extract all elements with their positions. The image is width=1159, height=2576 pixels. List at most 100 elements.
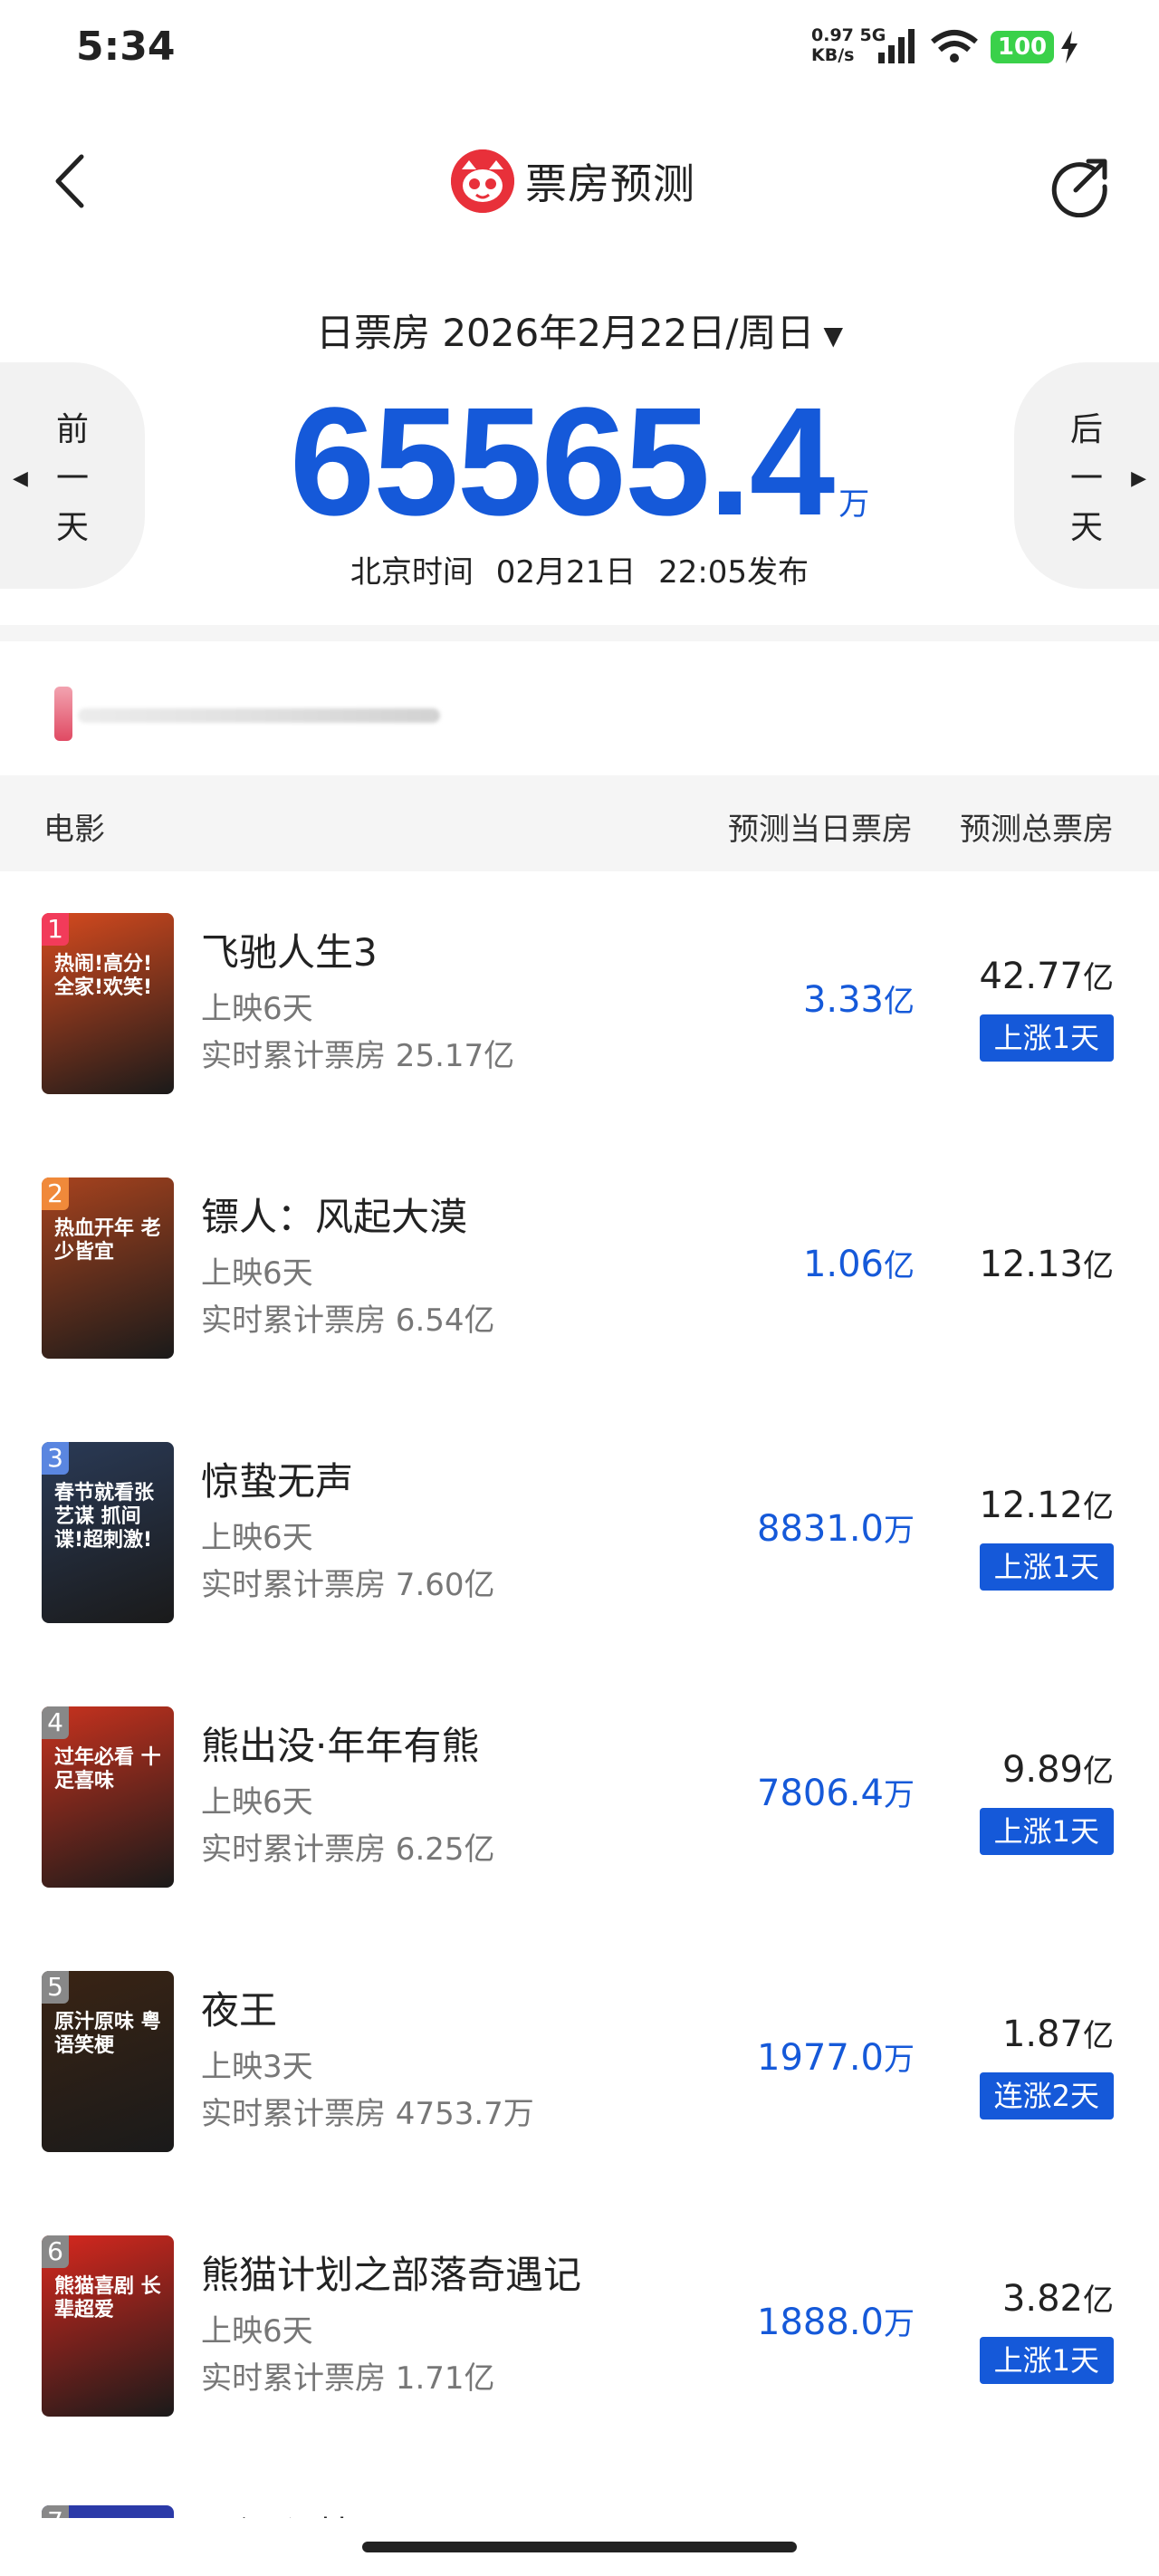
predicted-total: 12.12亿	[979, 1482, 1114, 1526]
trend-badge: 连涨2天	[979, 2072, 1114, 2119]
predicted-total-unit: 亿	[1083, 960, 1114, 996]
table-header: 电影 预测当日票房 预测总票房	[0, 775, 1159, 871]
movie-poster: 熊猫喜剧 长辈超爱 6	[42, 2235, 174, 2417]
movie-row[interactable]: 热血开年 老少皆宜 2 镖人：风起大漠 上映6天 实时累计票房 6.54亿 1.…	[0, 1136, 1159, 1400]
predicted-today: 1888.0万	[757, 2299, 915, 2343]
predicted-total-value: 3.82	[1001, 2278, 1083, 2320]
predicted-today-unit: 亿	[884, 1248, 915, 1284]
predicted-total-value: 1.87	[1001, 2014, 1083, 2055]
movie-title: 熊出没·年年有熊	[201, 1724, 480, 1768]
predicted-today-value: 1888.0	[757, 2302, 884, 2343]
date-selector[interactable]: 日票房 2026年2月22日/周日 ▼	[0, 303, 1159, 358]
section-divider	[0, 625, 1159, 641]
movie-title: 夜王	[201, 1988, 278, 2033]
movie-cumulative: 实时累计票房 25.17亿	[201, 1038, 515, 1074]
predicted-today: 1977.0万	[757, 2034, 915, 2079]
predicted-total-unit: 亿	[1083, 2283, 1114, 2319]
publish-time: 北京时间 02月21日 22:05发布	[0, 547, 1159, 591]
predicted-total: 12.13亿	[979, 1241, 1114, 1285]
movie-days: 上映6天	[201, 2313, 313, 2350]
predicted-total-unit: 亿	[1083, 1754, 1114, 1790]
predicted-today: 7806.4万	[757, 1770, 915, 1814]
predicted-today-unit: 万	[884, 1777, 915, 1813]
brand: 票房预测	[451, 148, 695, 215]
movie-title: 星河入梦	[201, 2505, 353, 2518]
predicted-total-value: 9.89	[1001, 1749, 1083, 1791]
predicted-today: 8831.0万	[757, 1505, 915, 1550]
col-movie-header: 电影	[43, 812, 105, 848]
movie-poster: 春节就看张艺谋 抓间谍!超刺激! 3	[42, 1442, 174, 1623]
rank-badge: 5	[42, 1971, 69, 2004]
home-indicator[interactable]	[362, 2542, 797, 2552]
movie-row-partial[interactable]: 7 星河入梦	[0, 2446, 1159, 2518]
predicted-today-unit: 万	[884, 1513, 915, 1549]
predicted-total-value: 12.12	[979, 1485, 1083, 1526]
back-icon[interactable]	[45, 149, 100, 213]
movie-row[interactable]: 春节就看张艺谋 抓间谍!超刺激! 3 惊蛰无声 上映6天 实时累计票房 7.60…	[0, 1400, 1159, 1665]
charging-icon	[1061, 31, 1078, 63]
poster-text: 熊猫喜剧 长辈超爱	[54, 2275, 161, 2321]
network-speed-value: 0.97 5G	[811, 25, 886, 45]
predicted-total-unit: 亿	[1083, 1489, 1114, 1525]
predicted-total-value: 42.77	[979, 956, 1083, 997]
predicted-today-value: 7806.4	[757, 1773, 884, 1814]
predicted-total: 42.77亿	[979, 953, 1114, 997]
status-time: 5:34	[76, 24, 176, 70]
predicted-today-value: 3.33	[802, 979, 884, 1021]
movie-cumulative: 实时累计票房 6.54亿	[201, 1302, 495, 1339]
movie-row[interactable]: 原汁原味 粤语笑梗 5 夜王 上映3天 实时累计票房 4753.7万 1977.…	[0, 1929, 1159, 2194]
movie-cumulative: 实时累计票房 4753.7万	[201, 2096, 534, 2132]
trend-badge: 上涨1天	[979, 1014, 1114, 1062]
poster-text: 春节就看张艺谋 抓间谍!超刺激!	[54, 1482, 155, 1552]
poster-text: 热血开年 老少皆宜	[54, 1217, 161, 1264]
movie-row[interactable]: 过年必看 十足喜味 4 熊出没·年年有熊 上映6天 实时累计票房 6.25亿 7…	[0, 1665, 1159, 1929]
movie-title: 熊猫计划之部落奇遇记	[201, 2253, 582, 2297]
publish-prefix: 北京时间	[350, 554, 474, 591]
predicted-total-value: 12.13	[979, 1244, 1083, 1285]
movie-cumulative: 实时累计票房 1.71亿	[201, 2360, 495, 2397]
total-box-office: 65565.4 万	[0, 385, 1159, 539]
movie-cumulative: 实时累计票房 6.25亿	[201, 1831, 495, 1868]
predicted-today-value: 1.06	[802, 1244, 884, 1285]
date-value: 2026年2月22日/周日	[442, 311, 815, 355]
movie-row[interactable]: 熊猫喜剧 长辈超爱 6 熊猫计划之部落奇遇记 上映6天 实时累计票房 1.71亿…	[0, 2194, 1159, 2458]
share-icon[interactable]	[1049, 152, 1114, 217]
predicted-today-unit: 亿	[884, 984, 915, 1020]
movie-cumulative: 实时累计票房 7.60亿	[201, 1567, 495, 1603]
predicted-today: 3.33亿	[803, 976, 915, 1021]
movie-poster: 原汁原味 粤语笑梗 5	[42, 1971, 174, 2152]
movie-days: 上映3天	[201, 2049, 313, 2085]
predicted-today-value: 1977.0	[757, 2037, 884, 2079]
movie-days: 上映6天	[201, 991, 313, 1027]
movie-poster: 过年必看 十足喜味 4	[42, 1706, 174, 1888]
rank-badge: 6	[42, 2235, 69, 2268]
movie-row[interactable]: 热闹!高分!全家!欢笑! 1 飞驰人生3 上映6天 实时累计票房 25.17亿 …	[0, 871, 1159, 1136]
poster-text: 热闹!高分!全家!欢笑!	[54, 953, 153, 999]
total-amount: 65565.4	[289, 376, 836, 548]
predicted-today-value: 8831.0	[757, 1508, 884, 1550]
rank-badge: 7	[42, 2505, 69, 2518]
app-header: 票房预测	[0, 127, 1159, 235]
predicted-total: 1.87亿	[1002, 2011, 1114, 2055]
maoyan-logo-icon	[451, 149, 514, 213]
trend-badge: 上涨1天	[979, 2337, 1114, 2384]
poster-text: 过年必看 十足喜味	[54, 1746, 161, 1793]
blurred-banner-text	[78, 708, 440, 723]
caret-down-icon: ▼	[823, 321, 844, 351]
predicted-today-unit: 万	[884, 2042, 915, 2078]
wifi-icon	[931, 30, 978, 62]
movie-poster: 7	[42, 2505, 174, 2518]
movie-days: 上映6天	[201, 1520, 313, 1556]
publish-clock: 22:05发布	[658, 554, 809, 591]
network-speed-unit: KB/s	[811, 45, 855, 65]
movie-title: 镖人：风起大漠	[201, 1195, 468, 1239]
status-bar: 5:34 0.97 5G KB/s 100	[0, 0, 1159, 100]
trend-badge: 上涨1天	[979, 1543, 1114, 1591]
trend-badge: 上涨1天	[979, 1808, 1114, 1855]
battery-indicator: 100	[991, 31, 1054, 63]
signal-icon	[878, 29, 915, 63]
movie-poster: 热闹!高分!全家!欢笑! 1	[42, 913, 174, 1094]
movie-poster: 热血开年 老少皆宜 2	[42, 1177, 174, 1359]
predicted-total: 9.89亿	[1002, 1746, 1114, 1791]
blurred-banner-mark	[54, 687, 72, 741]
